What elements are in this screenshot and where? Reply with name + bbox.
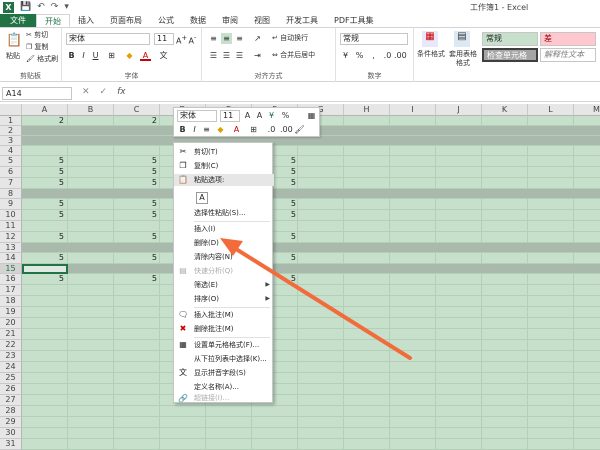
arrow-shaft	[226, 242, 412, 360]
annotation-arrow	[220, 238, 412, 360]
